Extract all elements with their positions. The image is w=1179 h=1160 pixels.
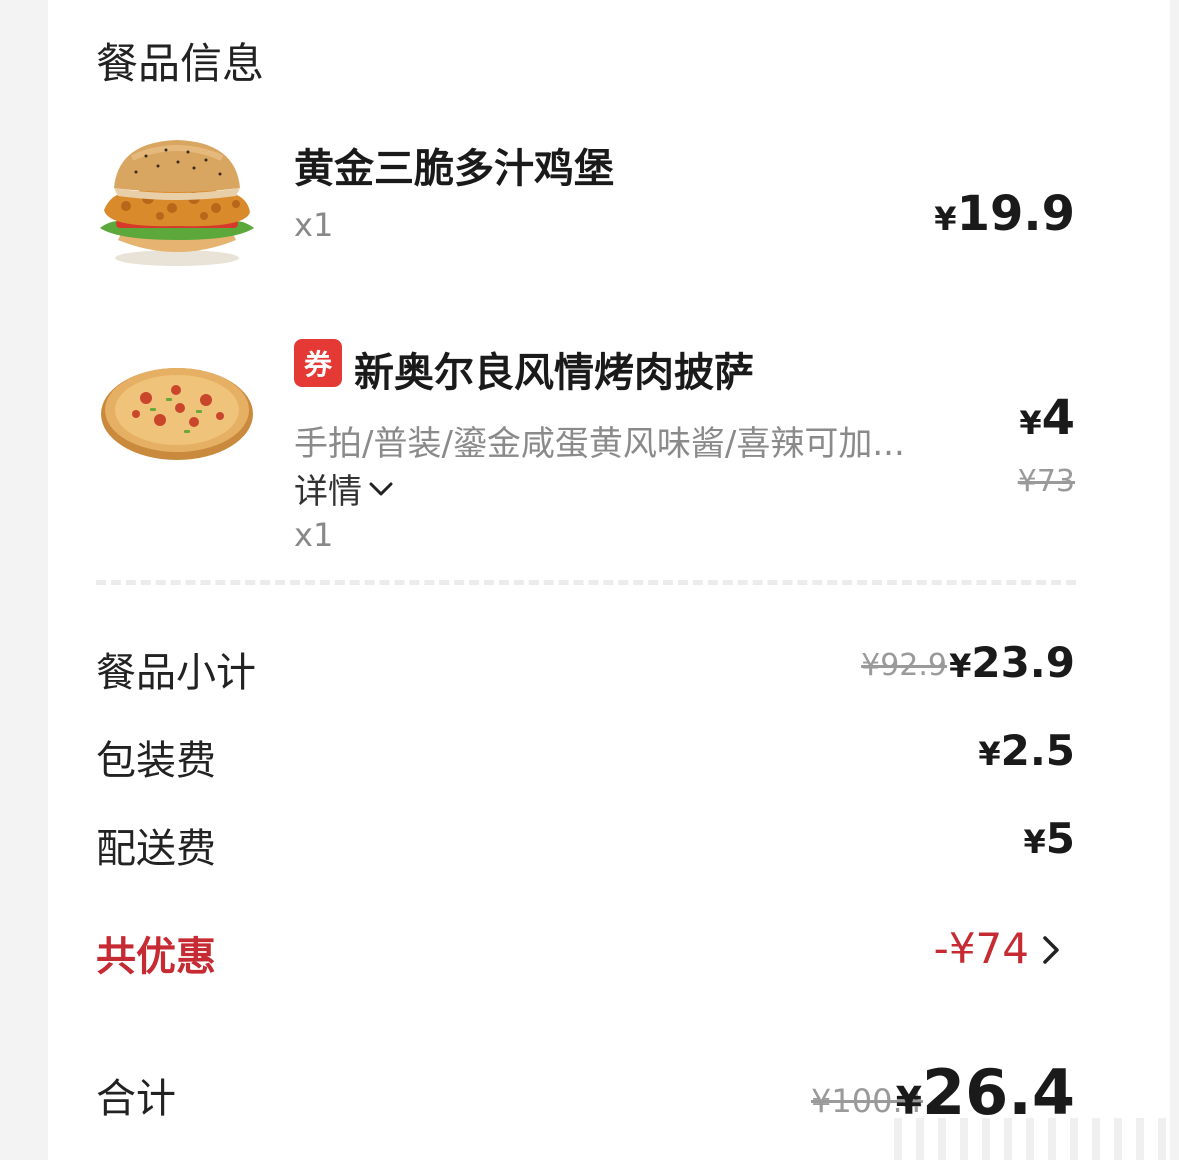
delivery-value: ¥5 bbox=[1024, 814, 1076, 863]
currency-symbol: ¥ bbox=[978, 735, 1001, 773]
amount: 5 bbox=[1045, 814, 1075, 863]
amount: 23.9 bbox=[971, 638, 1075, 687]
total-label: 合计 bbox=[96, 1076, 176, 1122]
packaging-value: ¥2.5 bbox=[978, 726, 1075, 775]
pizza-image bbox=[96, 340, 258, 475]
discount-value[interactable]: -¥74 bbox=[934, 924, 1029, 973]
item-name-pizza: 新奥尔良风情烤肉披萨 bbox=[354, 350, 754, 396]
section-title: 餐品信息 bbox=[96, 39, 265, 88]
coupon-badge: 券 bbox=[294, 339, 342, 387]
discount-label[interactable]: 共优惠 bbox=[96, 924, 216, 982]
currency-symbol: ¥ bbox=[895, 1079, 923, 1123]
subtotal-original: ¥92.9 bbox=[861, 648, 947, 683]
price-value: 19.9 bbox=[956, 186, 1075, 242]
currency-symbol: ¥ bbox=[949, 647, 972, 685]
burger-image bbox=[96, 136, 258, 271]
packaging-label: 包装费 bbox=[96, 738, 216, 784]
item-qty-burger: x1 bbox=[294, 206, 334, 244]
item-qty-pizza: x1 bbox=[294, 516, 334, 554]
watermark-strip bbox=[880, 1118, 1170, 1160]
divider bbox=[96, 580, 1076, 585]
delivery-label: 配送费 bbox=[96, 826, 216, 872]
subtotal-label: 餐品小计 bbox=[96, 650, 256, 696]
item-name-burger: 黄金三脆多汁鸡堡 bbox=[294, 146, 614, 192]
amount: 2.5 bbox=[1000, 726, 1075, 775]
price-value: 4 bbox=[1041, 390, 1075, 446]
chevron-down-icon bbox=[368, 480, 394, 498]
item-price-pizza: ¥4 bbox=[1019, 390, 1075, 446]
subtotal-value: ¥23.9 bbox=[949, 638, 1075, 687]
item-original-price-pizza: ¥73 bbox=[1017, 464, 1075, 499]
currency-symbol: ¥ bbox=[934, 200, 957, 238]
currency-symbol: ¥ bbox=[1023, 823, 1046, 861]
item-price-burger: ¥19.9 bbox=[934, 186, 1075, 242]
chevron-right-icon[interactable] bbox=[1037, 932, 1067, 968]
item-spec-pizza: 手拍/普装/鎏金咸蛋黄风味酱/喜辣可加... bbox=[294, 424, 905, 464]
detail-toggle[interactable]: 详情 bbox=[294, 464, 394, 513]
detail-label: 详情 bbox=[294, 472, 362, 512]
currency-symbol: ¥ bbox=[1019, 404, 1042, 442]
